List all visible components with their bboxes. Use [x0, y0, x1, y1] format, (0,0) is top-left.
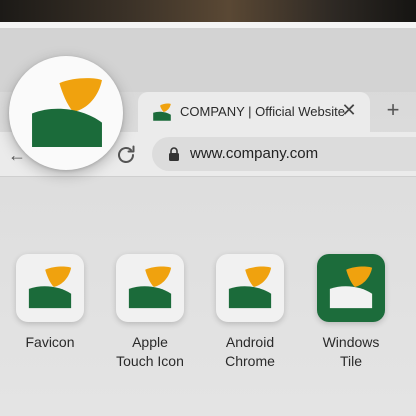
apple-touch-icon-card[interactable] — [116, 254, 184, 322]
company-logo-icon — [329, 266, 373, 309]
company-logo-icon — [128, 266, 172, 309]
url-text: www.company.com — [190, 145, 319, 162]
apple-touch-icon-label: Apple Touch Icon — [116, 334, 184, 369]
lock-icon — [168, 147, 180, 166]
company-logo-icon — [152, 102, 172, 127]
company-logo-icon — [228, 266, 272, 309]
favicon-card[interactable] — [16, 254, 84, 322]
tab-company[interactable]: COMPANY | Official Website ✕ — [138, 92, 370, 132]
windows-tile-label: Windows Tile — [322, 334, 380, 369]
android-chrome-label: Android Chrome — [225, 334, 275, 369]
tab-title: COMPANY | Official Website — [180, 104, 345, 119]
windows-tile-card[interactable] — [317, 254, 385, 322]
close-icon[interactable]: ✕ — [338, 99, 360, 121]
company-logo-icon — [32, 78, 102, 147]
company-logo-icon — [28, 266, 72, 309]
reload-icon[interactable] — [114, 143, 138, 167]
android-chrome-card[interactable] — [216, 254, 284, 322]
magnified-favicon — [9, 56, 123, 170]
favicon-label: Favicon — [25, 334, 75, 350]
background-photo-strip — [0, 0, 416, 22]
plus-icon[interactable]: + — [381, 98, 405, 122]
address-bar[interactable]: www.company.com — [152, 137, 416, 171]
